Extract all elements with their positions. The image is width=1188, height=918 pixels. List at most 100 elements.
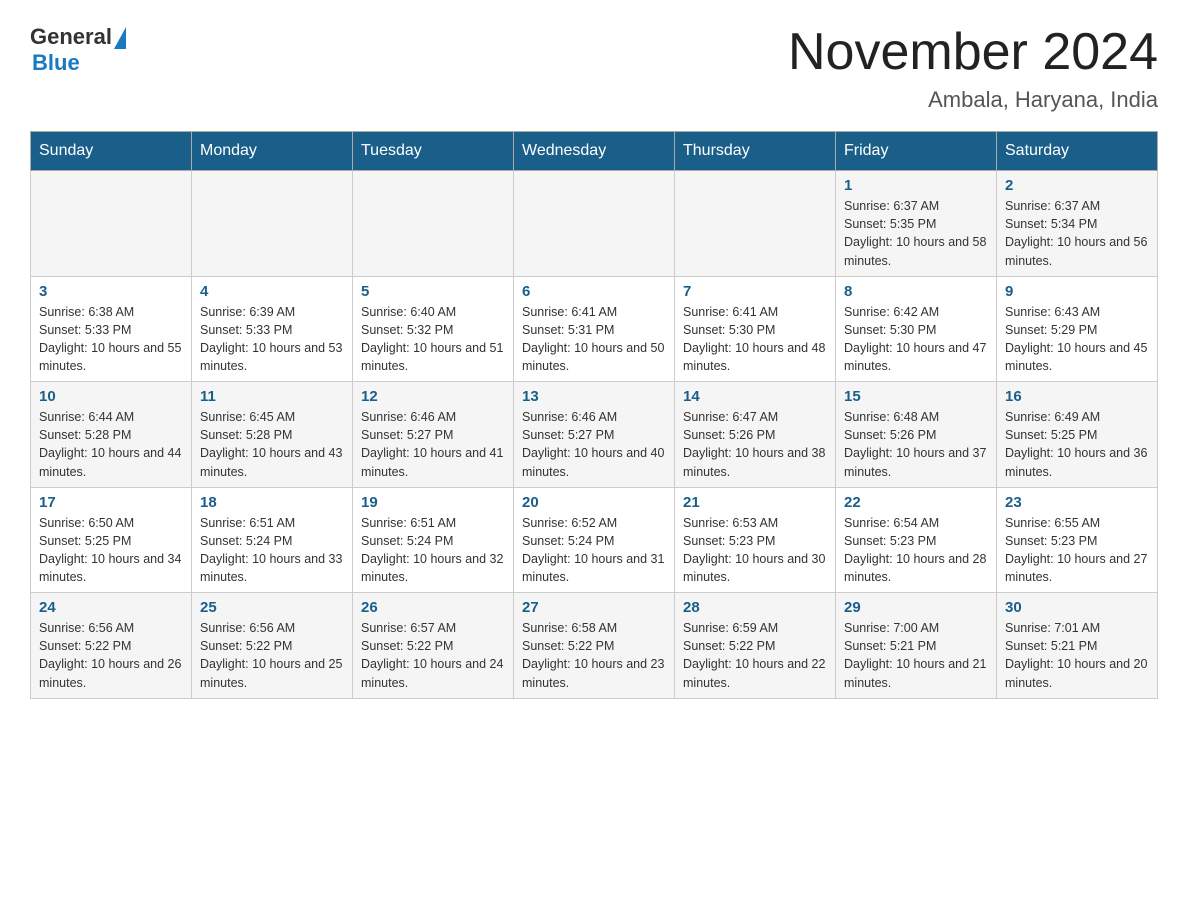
calendar-cell: 5 Sunrise: 6:40 AM Sunset: 5:32 PM Daylig… [353, 276, 514, 382]
day-number: 11 [200, 388, 344, 405]
day-number: 19 [361, 494, 505, 511]
calendar-cell [675, 171, 836, 277]
day-number: 6 [522, 283, 666, 300]
day-number: 30 [1005, 599, 1149, 616]
day-number: 15 [844, 388, 988, 405]
calendar-week-row: 24 Sunrise: 6:56 AM Sunset: 5:22 PM Dayli… [31, 593, 1158, 699]
day-info: Sunrise: 7:01 AM Sunset: 5:21 PM Dayligh… [1005, 619, 1149, 692]
day-number: 22 [844, 494, 988, 511]
calendar-week-row: 3 Sunrise: 6:38 AM Sunset: 5:33 PM Daylig… [31, 276, 1158, 382]
calendar-cell: 27 Sunrise: 6:58 AM Sunset: 5:22 PM Dayli… [514, 593, 675, 699]
calendar-cell: 26Sunrise: 6:57 AM Sunset: 5:22 PM Dayli… [353, 593, 514, 699]
calendar-cell: 7 Sunrise: 6:41 AM Sunset: 5:30 PM Daylig… [675, 276, 836, 382]
calendar-cell: 29 Sunrise: 7:00 AM Sunset: 5:21 PM Dayli… [836, 593, 997, 699]
calendar-cell [353, 171, 514, 277]
day-info: Sunrise: 6:53 AM Sunset: 5:23 PM Dayligh… [683, 514, 827, 587]
calendar-cell: 13 Sunrise: 6:46 AM Sunset: 5:27 PM Dayli… [514, 382, 675, 488]
calendar-cell: 14 Sunrise: 6:47 AM Sunset: 5:26 PM Dayli… [675, 382, 836, 488]
calendar-cell [514, 171, 675, 277]
calendar-cell: 9 Sunrise: 6:43 AM Sunset: 5:29 PM Daylig… [997, 276, 1158, 382]
calendar-cell: 19Sunrise: 6:51 AM Sunset: 5:24 PM Dayli… [353, 487, 514, 593]
day-info: Sunrise: 6:39 AM Sunset: 5:33 PM Dayligh… [200, 303, 344, 376]
day-number: 9 [1005, 283, 1149, 300]
calendar-cell: 16Sunrise: 6:49 AM Sunset: 5:25 PM Dayli… [997, 382, 1158, 488]
day-info: Sunrise: 6:55 AM Sunset: 5:23 PM Dayligh… [1005, 514, 1149, 587]
title-block: November 2024 Ambala, Haryana, India [788, 24, 1158, 113]
day-number: 7 [683, 283, 827, 300]
day-info: Sunrise: 6:43 AM Sunset: 5:29 PM Dayligh… [1005, 303, 1149, 376]
logo-blue-text: Blue [32, 50, 80, 76]
day-number: 25 [200, 599, 344, 616]
day-of-week-header: Tuesday [353, 132, 514, 171]
day-number: 21 [683, 494, 827, 511]
day-number: 12 [361, 388, 505, 405]
calendar-header-row: SundayMondayTuesdayWednesdayThursdayFrid… [31, 132, 1158, 171]
day-of-week-header: Friday [836, 132, 997, 171]
day-number: 4 [200, 283, 344, 300]
calendar-cell: 18 Sunrise: 6:51 AM Sunset: 5:24 PM Dayli… [192, 487, 353, 593]
calendar-cell: 3 Sunrise: 6:38 AM Sunset: 5:33 PM Daylig… [31, 276, 192, 382]
day-number: 3 [39, 283, 183, 300]
day-number: 1 [844, 177, 988, 194]
day-number: 23 [1005, 494, 1149, 511]
page-header: General Blue November 2024 Ambala, Harya… [30, 24, 1158, 113]
day-info: Sunrise: 6:40 AM Sunset: 5:32 PM Dayligh… [361, 303, 505, 376]
day-info: Sunrise: 6:42 AM Sunset: 5:30 PM Dayligh… [844, 303, 988, 376]
calendar-cell [31, 171, 192, 277]
day-number: 24 [39, 599, 183, 616]
calendar-cell: 2Sunrise: 6:37 AM Sunset: 5:34 PM Daylig… [997, 171, 1158, 277]
day-number: 5 [361, 283, 505, 300]
day-number: 18 [200, 494, 344, 511]
calendar-cell: 4 Sunrise: 6:39 AM Sunset: 5:33 PM Daylig… [192, 276, 353, 382]
calendar-cell: 22 Sunrise: 6:54 AM Sunset: 5:23 PM Dayli… [836, 487, 997, 593]
day-info: Sunrise: 6:41 AM Sunset: 5:31 PM Dayligh… [522, 303, 666, 376]
day-info: Sunrise: 6:57 AM Sunset: 5:22 PM Dayligh… [361, 619, 505, 692]
calendar-cell: 8 Sunrise: 6:42 AM Sunset: 5:30 PM Daylig… [836, 276, 997, 382]
calendar-cell: 25Sunrise: 6:56 AM Sunset: 5:22 PM Dayli… [192, 593, 353, 699]
calendar-cell: 24 Sunrise: 6:56 AM Sunset: 5:22 PM Dayli… [31, 593, 192, 699]
day-info: Sunrise: 6:47 AM Sunset: 5:26 PM Dayligh… [683, 408, 827, 481]
day-info: Sunrise: 6:56 AM Sunset: 5:22 PM Dayligh… [39, 619, 183, 692]
day-of-week-header: Sunday [31, 132, 192, 171]
day-info: Sunrise: 6:54 AM Sunset: 5:23 PM Dayligh… [844, 514, 988, 587]
day-of-week-header: Wednesday [514, 132, 675, 171]
calendar-week-row: 17 Sunrise: 6:50 AM Sunset: 5:25 PM Dayli… [31, 487, 1158, 593]
day-info: Sunrise: 6:52 AM Sunset: 5:24 PM Dayligh… [522, 514, 666, 587]
calendar-cell: 6 Sunrise: 6:41 AM Sunset: 5:31 PM Daylig… [514, 276, 675, 382]
logo: General Blue [30, 24, 126, 76]
logo-triangle-icon [114, 27, 126, 49]
day-of-week-header: Thursday [675, 132, 836, 171]
logo-general-text: General [30, 24, 112, 50]
calendar-cell: 28 Sunrise: 6:59 AM Sunset: 5:22 PM Dayli… [675, 593, 836, 699]
calendar-cell: 23 Sunrise: 6:55 AM Sunset: 5:23 PM Dayli… [997, 487, 1158, 593]
day-info: Sunrise: 6:38 AM Sunset: 5:33 PM Dayligh… [39, 303, 183, 376]
calendar-cell: 1 Sunrise: 6:37 AM Sunset: 5:35 PM Daylig… [836, 171, 997, 277]
day-number: 17 [39, 494, 183, 511]
day-number: 14 [683, 388, 827, 405]
day-number: 27 [522, 599, 666, 616]
day-info: Sunrise: 6:59 AM Sunset: 5:22 PM Dayligh… [683, 619, 827, 692]
day-number: 2 [1005, 177, 1149, 194]
day-number: 28 [683, 599, 827, 616]
day-of-week-header: Monday [192, 132, 353, 171]
day-info: Sunrise: 6:37 AM Sunset: 5:35 PM Dayligh… [844, 197, 988, 270]
day-info: Sunrise: 6:58 AM Sunset: 5:22 PM Dayligh… [522, 619, 666, 692]
calendar-cell: 10Sunrise: 6:44 AM Sunset: 5:28 PM Dayli… [31, 382, 192, 488]
calendar-week-row: 1 Sunrise: 6:37 AM Sunset: 5:35 PM Daylig… [31, 171, 1158, 277]
day-info: Sunrise: 6:46 AM Sunset: 5:27 PM Dayligh… [522, 408, 666, 481]
day-number: 29 [844, 599, 988, 616]
day-info: Sunrise: 7:00 AM Sunset: 5:21 PM Dayligh… [844, 619, 988, 692]
day-info: Sunrise: 6:51 AM Sunset: 5:24 PM Dayligh… [200, 514, 344, 587]
day-info: Sunrise: 6:45 AM Sunset: 5:28 PM Dayligh… [200, 408, 344, 481]
calendar-cell: 17 Sunrise: 6:50 AM Sunset: 5:25 PM Dayli… [31, 487, 192, 593]
day-info: Sunrise: 6:49 AM Sunset: 5:25 PM Dayligh… [1005, 408, 1149, 481]
calendar-cell: 12 Sunrise: 6:46 AM Sunset: 5:27 PM Dayli… [353, 382, 514, 488]
day-info: Sunrise: 6:46 AM Sunset: 5:27 PM Dayligh… [361, 408, 505, 481]
day-number: 13 [522, 388, 666, 405]
day-number: 8 [844, 283, 988, 300]
day-info: Sunrise: 6:50 AM Sunset: 5:25 PM Dayligh… [39, 514, 183, 587]
calendar-cell: 21 Sunrise: 6:53 AM Sunset: 5:23 PM Dayli… [675, 487, 836, 593]
calendar-table: SundayMondayTuesdayWednesdayThursdayFrid… [30, 131, 1158, 699]
calendar-cell [192, 171, 353, 277]
day-info: Sunrise: 6:41 AM Sunset: 5:30 PM Dayligh… [683, 303, 827, 376]
